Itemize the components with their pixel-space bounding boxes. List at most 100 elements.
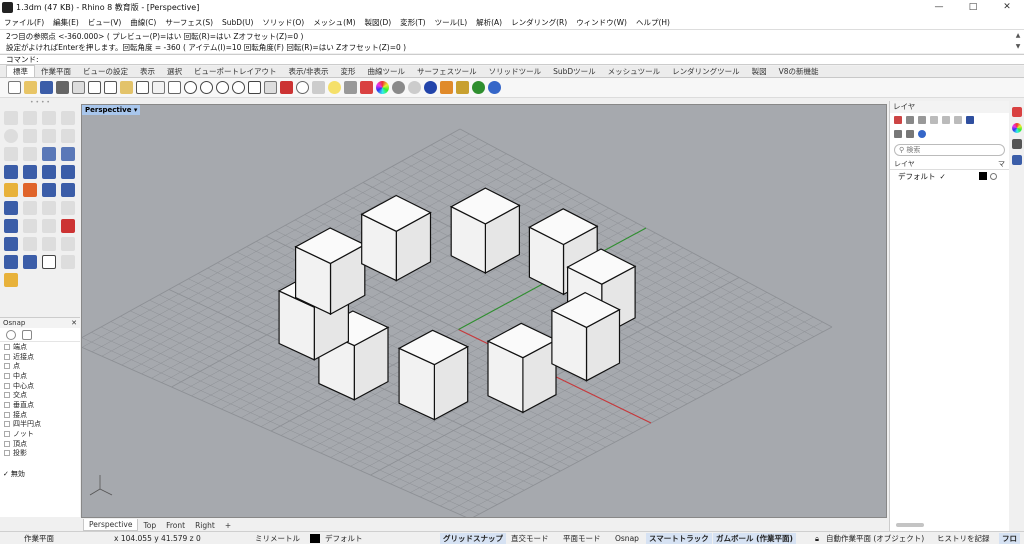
osnap-item[interactable]: 頂点 [0,439,80,449]
tab-right[interactable]: Right [190,520,220,531]
toolbar-tab[interactable]: ビューポートレイアウト [188,66,283,77]
import-icon[interactable] [72,81,85,94]
scroll-down-icon[interactable]: ▼ [1014,41,1022,52]
grid-tool-icon[interactable] [42,237,56,251]
close-icon[interactable]: ✕ [71,319,77,327]
viewport-label[interactable]: Perspective ▾ [82,105,141,115]
perspective-viewport[interactable]: Perspective ▾ [81,104,887,518]
grid-snap-toggle[interactable]: グリッドスナップ [440,533,506,544]
open-file-icon[interactable] [24,81,37,94]
menu-subd[interactable]: SubD(U) [222,18,253,27]
cplane-icon[interactable] [4,255,18,269]
toolbar-tab[interactable]: ビューの設定 [77,66,134,77]
toolbar-tab[interactable]: 表示 [134,66,161,77]
osnap-toggle[interactable]: Osnap [615,533,639,544]
new-sublayer-icon[interactable] [906,116,914,124]
menu-curve[interactable]: 曲線(C) [130,17,156,28]
layer-material-column[interactable]: マ [998,159,1005,169]
rectangle-icon[interactable] [61,129,75,143]
render-sphere-icon[interactable] [408,81,421,94]
layer-name-column[interactable]: レイヤ [894,159,915,169]
arc-icon[interactable] [23,129,37,143]
checkbox[interactable] [4,401,10,408]
scroll-up-icon[interactable]: ▲ [1014,30,1022,41]
toolbar-tab[interactable]: 標準 [6,65,35,77]
explode-icon[interactable] [23,183,37,197]
current-layer-check-icon[interactable]: ✓ [940,172,946,181]
move-icon[interactable] [4,201,18,215]
environment-icon[interactable] [424,81,437,94]
checkbox[interactable] [4,421,10,428]
print-icon[interactable] [56,81,69,94]
status-units[interactable]: ミリメートル [255,533,300,544]
checkbox[interactable] [4,372,10,379]
text-icon[interactable] [4,219,18,233]
point-icon[interactable] [23,111,37,125]
tab-perspective[interactable]: Perspective [83,519,139,531]
maximize-button[interactable]: □ [956,0,990,15]
menu-mesh[interactable]: メッシュ(M) [313,17,355,28]
layer-material-icon[interactable] [989,172,997,180]
hatch-icon[interactable] [61,237,75,251]
osnap-item[interactable]: 中点 [0,371,80,381]
planar-toggle[interactable]: 平面モード [563,533,601,544]
zoom-icon[interactable] [184,81,197,94]
new-layer-icon[interactable] [894,116,902,124]
car-icon[interactable] [280,81,293,94]
save-icon[interactable] [40,81,53,94]
osnap-item[interactable]: 四半円点 [0,420,80,430]
join-icon[interactable] [61,183,75,197]
osnap-disable[interactable]: ✓ 無効 [3,469,25,479]
toolbar-tab[interactable]: 表示/非表示 [283,66,335,77]
menu-analyze[interactable]: 解析(A) [476,17,502,28]
undo-icon[interactable] [136,81,149,94]
layers-panel-icon[interactable] [1011,107,1022,117]
paste-icon[interactable] [120,81,133,94]
toolbar-tab[interactable]: V8の新機能 [773,66,825,77]
osnap-item[interactable]: 交点 [0,390,80,400]
osnap-item[interactable]: 接点 [0,410,80,420]
menu-surface[interactable]: サーフェス(S) [165,17,213,28]
block-icon[interactable] [4,237,18,251]
circle-icon[interactable] [4,129,18,143]
filter-icon[interactable] [966,116,974,124]
pan-icon[interactable] [152,81,165,94]
material-ball-icon[interactable] [392,81,405,94]
surface-icon[interactable] [42,147,56,161]
osnap-item[interactable]: 近接点 [0,352,80,362]
curve-tools-icon[interactable] [23,147,37,161]
viewport-canvas[interactable] [82,105,887,518]
light-icon[interactable] [328,81,341,94]
osnap-item[interactable]: 点 [0,361,80,371]
tab-top[interactable]: Top [138,520,161,531]
points-icon[interactable] [312,81,325,94]
menu-edit[interactable]: 編集(E) [53,17,79,28]
menu-window[interactable]: ウィンドウ(W) [576,17,627,28]
group-icon[interactable] [61,219,75,233]
menu-file[interactable]: ファイル(F) [4,17,44,28]
check-icon[interactable] [42,255,56,269]
layer-icon[interactable] [360,81,373,94]
new-file-icon[interactable] [8,81,21,94]
display-panel-icon[interactable] [1011,139,1022,149]
list-view-icon[interactable] [906,130,914,138]
checkbox[interactable] [4,450,10,457]
cut-icon[interactable] [88,81,101,94]
viewport-4-icon[interactable] [248,81,261,94]
draft-icon[interactable] [4,273,18,287]
rotate-view-icon[interactable] [168,81,181,94]
render-panel-icon[interactable] [1011,155,1022,165]
status-layer-color[interactable] [310,534,320,543]
drape-icon[interactable] [61,255,75,269]
history-toggle[interactable]: ヒストリを記録 [937,533,990,544]
checkbox[interactable] [4,363,10,370]
options-icon[interactable] [456,81,469,94]
delete-layer-icon[interactable] [918,116,926,124]
mesh-icon[interactable] [61,165,75,179]
extrude-icon[interactable] [61,147,75,161]
layer-color-swatch[interactable] [978,172,987,180]
copy-tool-icon[interactable] [23,201,37,215]
grasshopper-icon[interactable] [472,81,485,94]
osnap-item[interactable]: 端点 [0,342,80,352]
target-icon[interactable] [6,329,16,340]
